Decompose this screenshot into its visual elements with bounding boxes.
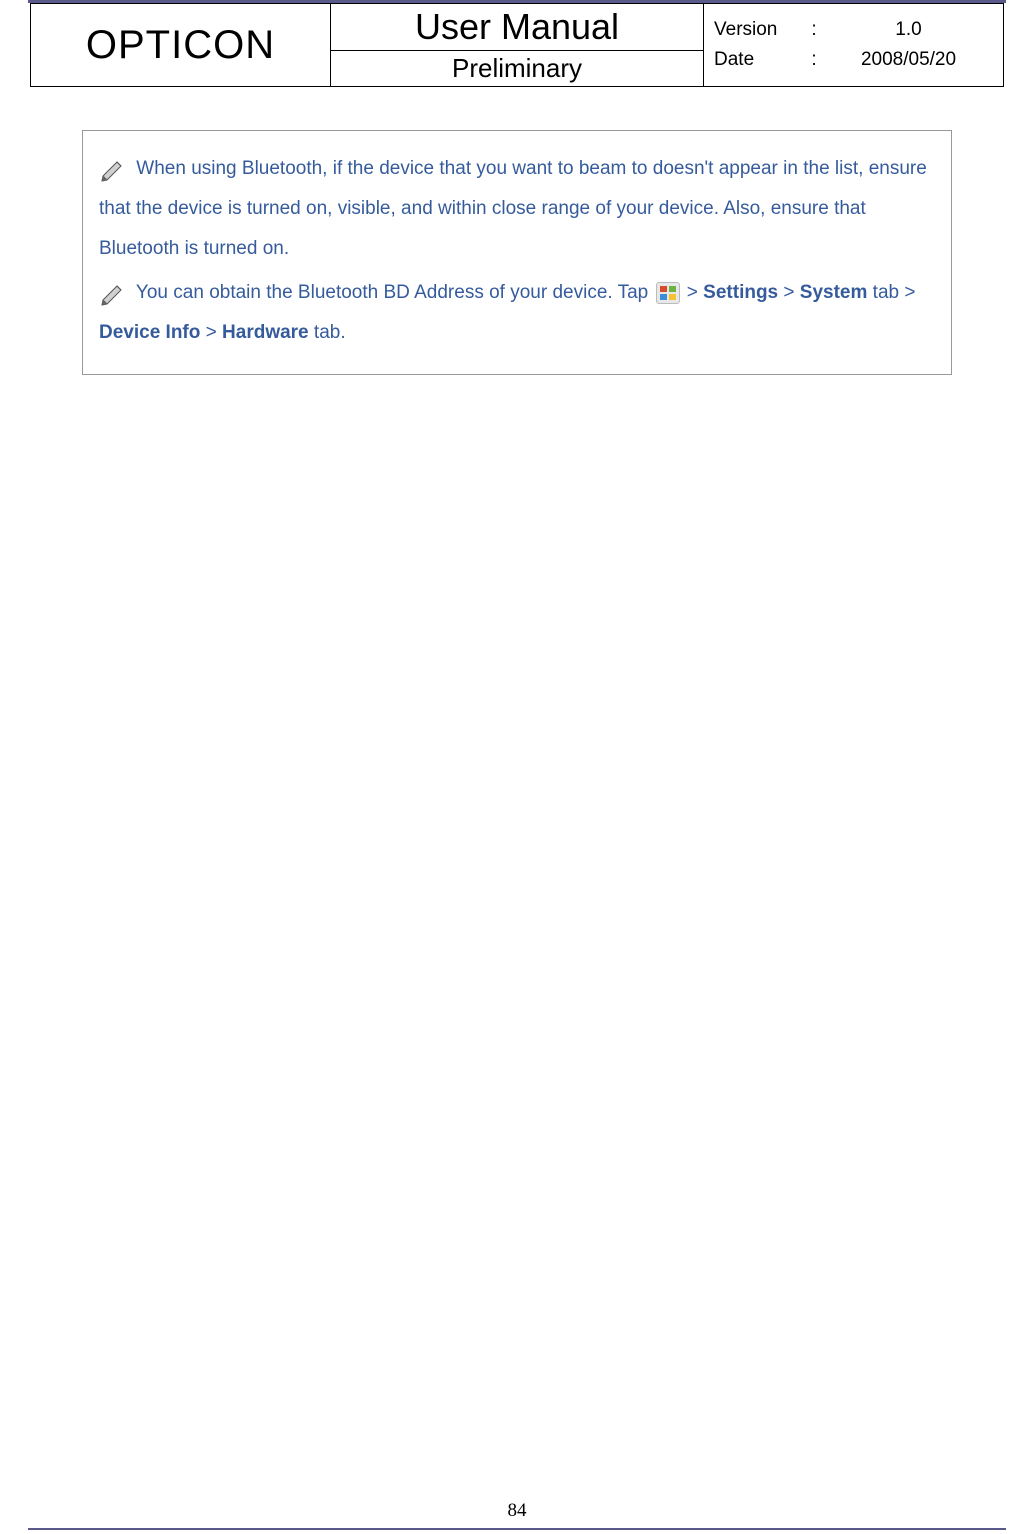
document-header: OPTICON User Manual Version : 1.0 Date :… [30, 3, 1004, 87]
note-paragraph-1: When using Bluetooth, if the device that… [99, 149, 935, 269]
note2-settings: Settings [703, 282, 778, 303]
document-title: User Manual [331, 4, 704, 51]
note2-deviceinfo: Device Info [99, 322, 200, 343]
document-meta: Version : 1.0 Date : 2008/05/20 [704, 4, 1004, 87]
version-colon: : [804, 19, 824, 41]
windows-start-icon [656, 282, 680, 304]
page-number: 84 [0, 1500, 1034, 1522]
note2-hardware: Hardware [222, 322, 309, 343]
document-subtitle: Preliminary [331, 51, 704, 87]
note2-gt2: > [778, 282, 800, 303]
date-row: Date : 2008/05/20 [704, 45, 1003, 75]
note-paragraph-2: You can obtain the Bluetooth BD Address … [99, 273, 935, 353]
version-label: Version [714, 19, 804, 41]
pencil-icon [99, 156, 125, 182]
note-box: When using Bluetooth, if the device that… [82, 130, 952, 375]
brand-name: OPTICON [31, 4, 331, 87]
note1-text: When using Bluetooth, if the device that… [99, 158, 927, 259]
version-value: 1.0 [824, 19, 993, 41]
date-value: 2008/05/20 [824, 49, 993, 71]
note2-system: System [800, 282, 868, 303]
note2-text-prefix: You can obtain the Bluetooth BD Address … [131, 282, 654, 303]
note2-tab1: tab > [867, 282, 915, 303]
note2-gt1: > [682, 282, 704, 303]
version-row: Version : 1.0 [704, 15, 1003, 45]
pencil-icon [99, 280, 125, 306]
note2-tab2: tab. [309, 322, 346, 343]
date-label: Date [714, 49, 804, 71]
date-colon: : [804, 49, 824, 71]
note2-gt3: > [200, 322, 222, 343]
